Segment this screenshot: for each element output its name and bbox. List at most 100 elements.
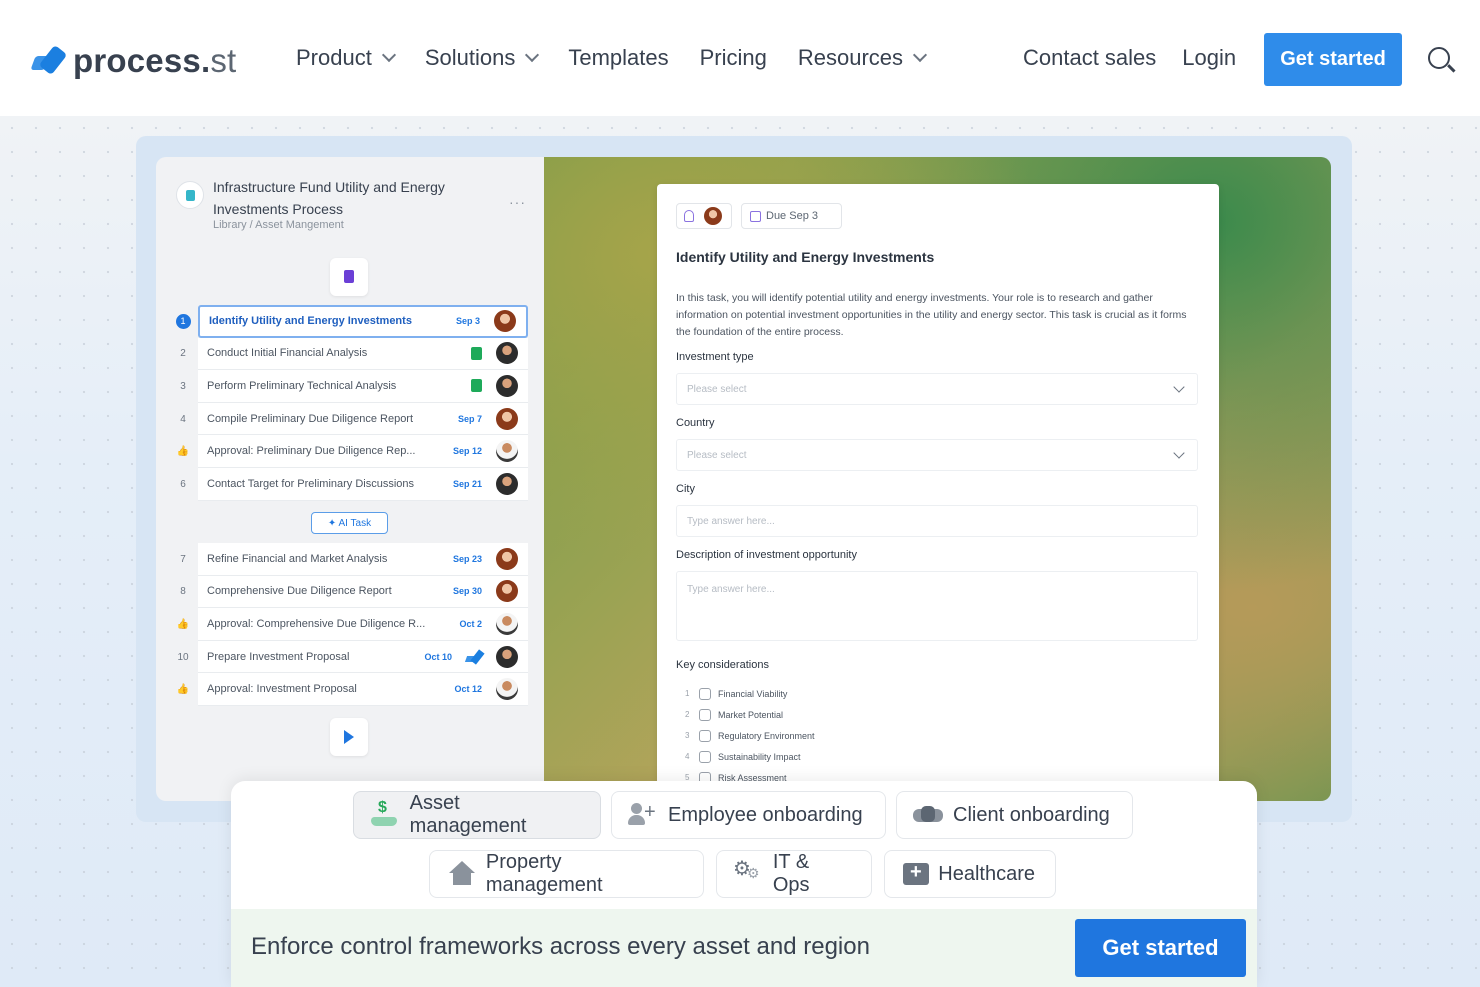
- calendar-icon: [750, 210, 761, 222]
- nav-solutions[interactable]: Solutions: [425, 45, 540, 71]
- checkbox[interactable]: [699, 708, 711, 721]
- task-row[interactable]: 3 Perform Preliminary Technical Analysis: [168, 370, 528, 403]
- money-hand-icon: [370, 799, 400, 827]
- logo-suffix: st: [210, 42, 237, 79]
- chip-asset-management[interactable]: Asset management: [353, 791, 601, 839]
- task-item[interactable]: Identify Utility and Energy Investments S…: [198, 305, 528, 338]
- nav-product[interactable]: Product: [296, 45, 396, 71]
- chip-property-management[interactable]: Property management: [429, 850, 704, 898]
- task-item[interactable]: Approval: Investment Proposal Oct 12: [198, 673, 528, 706]
- chip-healthcare[interactable]: Healthcare: [884, 850, 1056, 898]
- nav-templates[interactable]: Templates: [568, 45, 668, 71]
- task-item[interactable]: Prepare Investment Proposal Oct 10: [198, 640, 528, 674]
- cta-get-started-button[interactable]: Get started: [1075, 919, 1246, 977]
- login-link[interactable]: Login: [1182, 45, 1236, 71]
- chevron-down-icon: [1173, 381, 1185, 393]
- due-date-pill[interactable]: Due Sep 3: [741, 203, 842, 229]
- task-number: 4: [180, 413, 186, 425]
- medical-kit-icon: [901, 861, 930, 886]
- task-item[interactable]: Refine Financial and Market Analysis Sep …: [198, 543, 528, 576]
- chevron-down-icon: [1173, 447, 1185, 459]
- country-select[interactable]: Please select: [676, 439, 1198, 471]
- task-row[interactable]: 👍 Approval: Investment Proposal Oct 12: [168, 673, 528, 706]
- task-row[interactable]: 6 Contact Target for Preliminary Discussi…: [168, 467, 528, 501]
- task-row[interactable]: 8 Comprehensive Due Diligence Report Sep 3…: [168, 575, 528, 609]
- task-label: Compile Preliminary Due Diligence Report: [207, 412, 414, 425]
- task-item[interactable]: Conduct Initial Financial Analysis: [198, 337, 528, 371]
- avatar: [496, 645, 518, 668]
- contact-sales-link[interactable]: Contact sales: [1023, 45, 1156, 71]
- get-started-button[interactable]: Get started: [1264, 33, 1402, 86]
- task-item[interactable]: Approval: Comprehensive Due Diligence R.…: [198, 608, 528, 641]
- checklist-number: 3: [685, 731, 690, 740]
- breadcrumb[interactable]: Library / Asset Mangement: [213, 219, 344, 231]
- task-item[interactable]: Approval: Preliminary Due Diligence Rep.…: [198, 435, 528, 468]
- avatar: [496, 342, 518, 365]
- logo-mark-icon: [30, 44, 68, 78]
- due-date: Sep 7: [457, 413, 482, 424]
- chip-it-ops[interactable]: IT & Ops: [716, 850, 872, 898]
- task-label: Approval: Comprehensive Due Diligence R.…: [207, 617, 426, 630]
- nav-resources[interactable]: Resources: [798, 45, 928, 71]
- task-label: Refine Financial and Market Analysis: [207, 552, 388, 565]
- task-number: 7: [180, 553, 186, 565]
- process-st-logo[interactable]: process.st: [30, 42, 237, 80]
- task-row[interactable]: 4 Compile Preliminary Due Diligence Repor…: [168, 402, 528, 436]
- nav-pricing[interactable]: Pricing: [700, 45, 767, 71]
- task-number-active: 1: [175, 313, 191, 329]
- description-label: Description of investment opportunity: [676, 549, 857, 561]
- checklist-item[interactable]: 2 Market Potential: [685, 704, 815, 725]
- task-item[interactable]: Comprehensive Due Diligence Report Sep 30: [198, 575, 528, 609]
- due-date: Sep 3: [455, 316, 480, 327]
- task-row[interactable]: 10 Prepare Investment Proposal Oct 10: [168, 640, 528, 674]
- avatar: [494, 310, 516, 333]
- checkbox[interactable]: [699, 729, 711, 742]
- task-title: Identify Utility and Energy Investments: [676, 249, 935, 265]
- task-row[interactable]: 7 Refine Financial and Market Analysis Sep…: [168, 543, 528, 576]
- city-input[interactable]: Type answer here...: [676, 505, 1198, 537]
- cta-text: Enforce control frameworks across every …: [251, 933, 870, 960]
- assignee-pill[interactable]: [676, 203, 732, 229]
- due-date: Oct 12: [454, 684, 482, 695]
- task-row[interactable]: 👍 Approval: Comprehensive Due Diligence R…: [168, 608, 528, 641]
- approval-icon: 👍: [176, 684, 190, 696]
- task-row[interactable]: 👍 Approval: Preliminary Due Diligence Rep…: [168, 435, 528, 468]
- task-number: 3: [180, 380, 186, 392]
- checklist-item[interactable]: 4 Sustainability Impact: [685, 746, 815, 767]
- task-label: Approval: Preliminary Due Diligence Rep.…: [207, 445, 416, 458]
- city-label: City: [676, 483, 695, 495]
- checklist-label: Regulatory Environment: [718, 730, 815, 741]
- checklist-label: Sustainability Impact: [718, 751, 801, 762]
- search-icon[interactable]: [1428, 47, 1450, 69]
- task-item[interactable]: Compile Preliminary Due Diligence Report…: [198, 402, 528, 436]
- chip-client-onboarding[interactable]: Client onboarding: [896, 791, 1133, 839]
- task-row[interactable]: 2 Conduct Initial Financial Analysis: [168, 337, 528, 371]
- chevron-down-icon: [912, 47, 928, 63]
- description-textarea[interactable]: Type answer here...: [676, 571, 1198, 641]
- task-description: In this task, you will identify potentia…: [676, 292, 1187, 338]
- checklist-number: 2: [685, 710, 690, 719]
- gears-icon: [733, 856, 763, 886]
- checklist-number: 1: [685, 689, 690, 698]
- checklist-label: Financial Viability: [718, 688, 788, 699]
- main-menu: Product Solutions Templates Pricing Reso…: [296, 45, 956, 71]
- avatar: [496, 580, 518, 603]
- ai-task-button[interactable]: ✦ AI Task: [311, 512, 388, 534]
- handshake-icon: [913, 803, 943, 827]
- more-options-icon[interactable]: ···: [509, 194, 526, 210]
- due-date: Sep 30: [452, 586, 482, 597]
- task-item[interactable]: Contact Target for Preliminary Discussio…: [198, 467, 528, 501]
- checklist-item[interactable]: 1 Financial Viability: [685, 683, 815, 704]
- process-st-logo-icon: [466, 650, 484, 664]
- due-date: Sep 21: [452, 478, 482, 489]
- task-list-bottom: 7 Refine Financial and Market Analysis Sep…: [168, 543, 528, 706]
- checkbox[interactable]: [699, 687, 711, 700]
- chip-employee-onboarding[interactable]: Employee onboarding: [611, 791, 886, 839]
- checklist-item[interactable]: 3 Regulatory Environment: [685, 725, 815, 746]
- due-date: Oct 2: [459, 618, 482, 629]
- task-item[interactable]: Perform Preliminary Technical Analysis: [198, 370, 528, 403]
- user-icon: [684, 210, 694, 222]
- investment-type-select[interactable]: Please select: [676, 373, 1198, 405]
- checkbox[interactable]: [699, 750, 711, 763]
- task-row[interactable]: 1 Identify Utility and Energy Investments…: [168, 305, 528, 338]
